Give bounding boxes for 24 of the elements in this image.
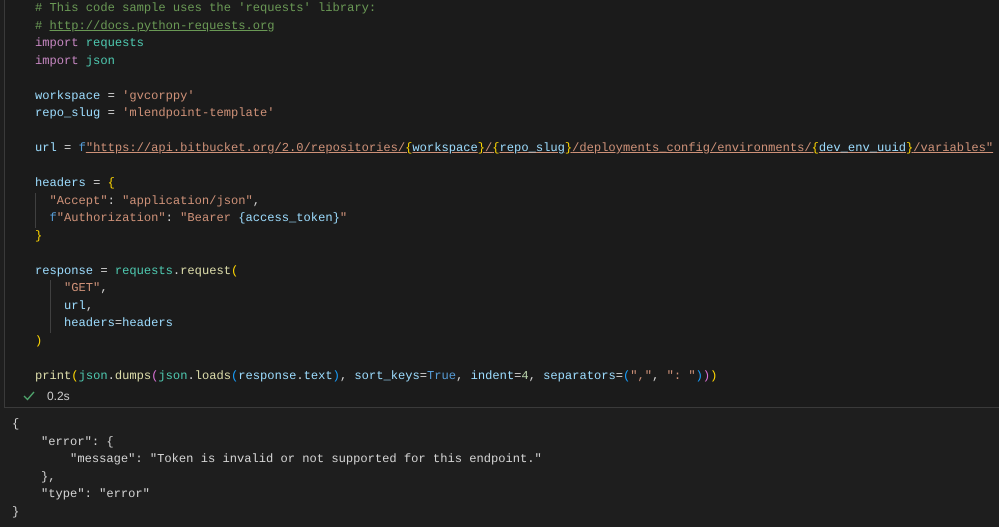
code-line: headers=headers — [35, 315, 173, 332]
output-line: "type": "error" — [40, 486, 150, 503]
output-line: "message": "Token is invalid or not supported for this endpoint." — [69, 451, 542, 468]
output-line: }, — [40, 468, 56, 486]
code-line: } — [35, 228, 42, 244]
code-line: repo_slug = 'mlendpoint-template' — [35, 105, 275, 122]
output-line: { — [12, 416, 20, 433]
code-line: "Accept": "application/json", — [35, 192, 260, 210]
code-line: ) — [35, 332, 42, 350]
output-line: "error": { — [40, 434, 114, 450]
code-line: response = requests.request( — [35, 262, 238, 280]
code-line: f"Authorization": "Bearer {access_token}" — [35, 210, 348, 228]
code-line: import json — [35, 52, 115, 70]
code-line: print(json.dumps(json.loads(response.text), sort_keys=True, indent=4, separators=(",", ": "))) — [35, 368, 718, 384]
code-line: headers = { — [35, 175, 115, 192]
code-line: # http://docs.python-requests.org — [35, 18, 274, 34]
output-line: } — [12, 504, 20, 520]
execution-time: 0.2s — [47, 389, 70, 403]
code-line: import requests — [35, 35, 144, 52]
code-line: # This code sample uses the 'requests' library: — [35, 0, 376, 17]
code-line: url = f"https://api.bitbucket.org/2.0/repositories/{workspace}/{repo_slug}/deployments_config/environments/{dev_env_uuid}/variables" — [35, 140, 994, 157]
code-line: "GET", — [35, 280, 108, 298]
code-line: url, — [35, 298, 94, 315]
code-line: workspace = 'gvcorppy' — [35, 88, 195, 104]
